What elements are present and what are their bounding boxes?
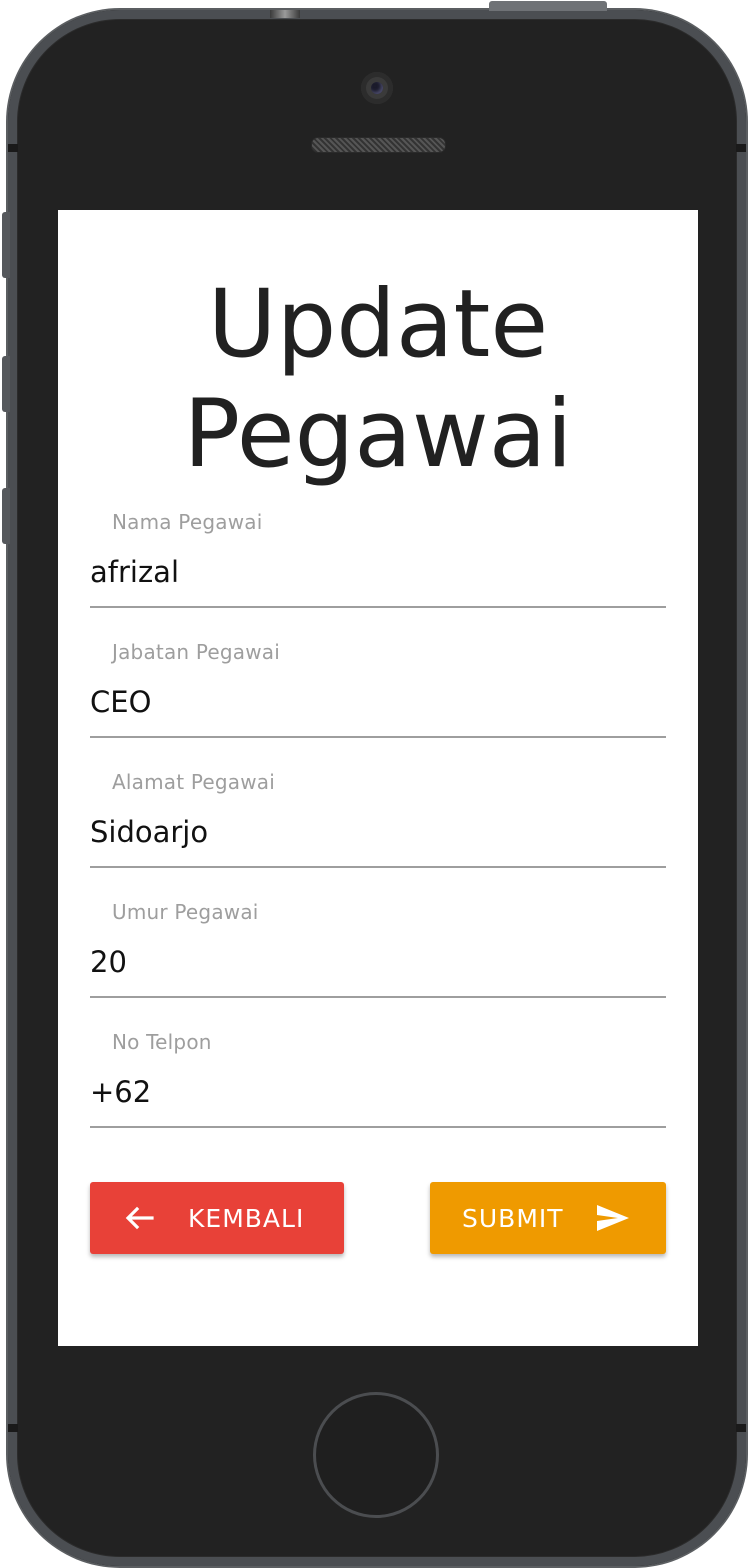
alamat-pegawai-input[interactable] [90,810,666,854]
umur-pegawai-field: Umur Pegawai [90,900,666,1030]
submit-button[interactable]: SUBMIT [430,1182,666,1254]
send-icon [596,1204,630,1232]
page-title-line2: Pegawai [183,380,573,489]
earpiece-speaker [311,137,446,153]
no-telpon-field: No Telpon [90,1030,666,1160]
kembali-button-label: KEMBALI [188,1203,305,1233]
field-underline [90,996,666,998]
antenna-line [736,144,746,152]
field-underline [90,606,666,608]
kembali-button[interactable]: KEMBALI [90,1182,344,1254]
nama-pegawai-field: Nama Pegawai [90,510,666,640]
alamat-pegawai-field: Alamat Pegawai [90,770,666,900]
jabatan-pegawai-field: Jabatan Pegawai [90,640,666,770]
nama-pegawai-input[interactable] [90,550,666,594]
volume-down-button [2,488,10,544]
page-title: Update Pegawai [58,270,698,490]
antenna-line [8,144,18,152]
power-button [489,1,607,11]
home-button[interactable] [316,1395,436,1515]
umur-pegawai-input[interactable] [90,940,666,984]
front-camera [361,72,393,104]
field-underline [90,1126,666,1128]
mute-switch [2,212,10,278]
submit-button-label: SUBMIT [462,1203,564,1233]
alamat-pegawai-label: Alamat Pegawai [112,770,276,794]
field-underline [90,866,666,868]
arrow-left-icon [124,1206,154,1230]
field-underline [90,736,666,738]
umur-pegawai-label: Umur Pegawai [112,900,259,924]
no-telpon-label: No Telpon [112,1030,212,1054]
antenna-line [736,1424,746,1432]
antenna-line [8,1424,18,1432]
jabatan-pegawai-label: Jabatan Pegawai [112,640,281,664]
page-title-line1: Update [207,270,549,379]
top-ridge [270,10,300,18]
volume-up-button [2,356,10,412]
no-telpon-input[interactable] [90,1070,666,1114]
jabatan-pegawai-input[interactable] [90,680,666,724]
app-screen: Update Pegawai Nama Pegawai Jabatan Pega… [58,210,698,1346]
nama-pegawai-label: Nama Pegawai [112,510,263,534]
